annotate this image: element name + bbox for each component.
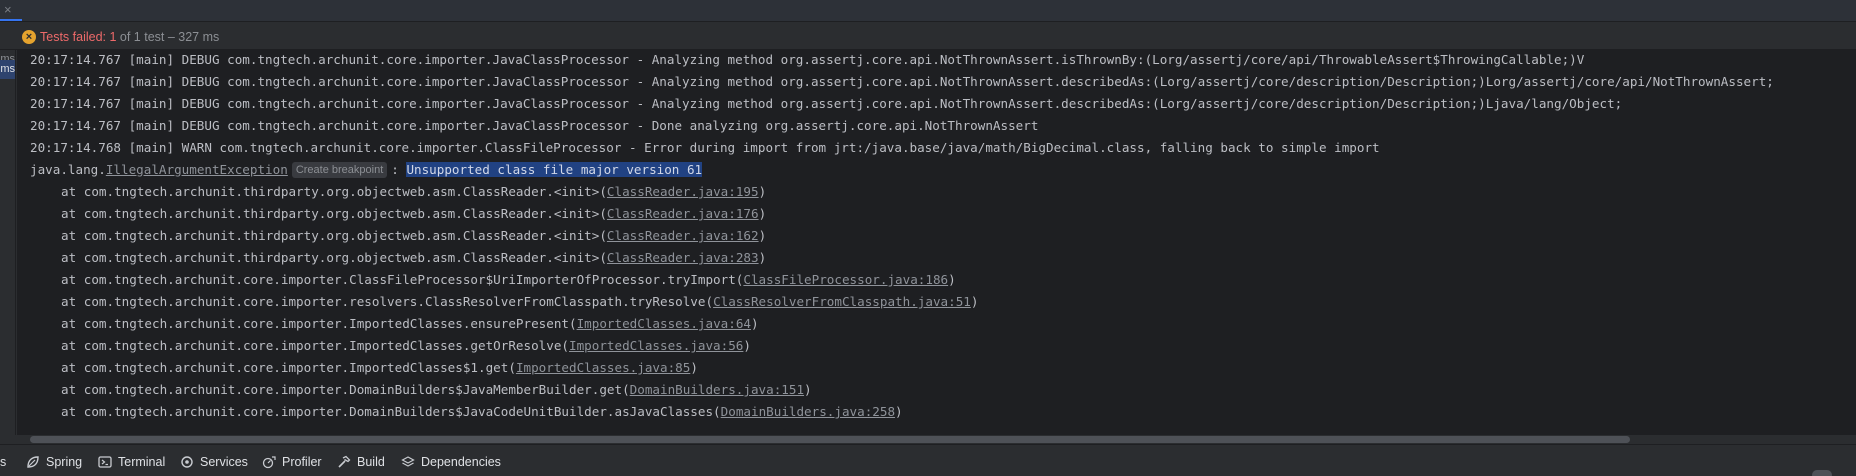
status-widget[interactable]	[1812, 470, 1832, 476]
log-line-warn: 20:17:14.768 [main] WARN com.tngtech.arc…	[30, 140, 1380, 155]
tool-dependencies[interactable]: Dependencies	[401, 454, 501, 470]
source-link[interactable]: ClassResolverFromClasspath.java:51	[713, 294, 971, 309]
test-result-summary: Tests failed: 1 of 1 test – 327 ms	[40, 30, 219, 44]
tool-spring[interactable]: Spring	[26, 454, 82, 470]
profiler-icon	[262, 455, 276, 469]
spring-leaf-icon	[26, 455, 40, 469]
tool-partial[interactable]: s	[0, 454, 6, 470]
tool-partial-label: s	[0, 455, 7, 469]
log-line: 20:17:14.767 [main] DEBUG com.tngtech.ar…	[30, 96, 1623, 111]
test-tree-gutter: ms ms	[0, 50, 16, 435]
source-link[interactable]: ImportedClasses.java:56	[569, 338, 743, 353]
source-link[interactable]: DomainBuilders.java:151	[630, 382, 804, 397]
tool-build[interactable]: Build	[337, 454, 385, 470]
source-link[interactable]: ClassReader.java:176	[607, 206, 759, 221]
source-link[interactable]: DomainBuilders.java:258	[721, 404, 895, 419]
hammer-icon	[337, 455, 351, 469]
tool-profiler-label: Profiler	[282, 455, 322, 469]
stack-frame: at com.tngtech.archunit.core.importer.Im…	[61, 316, 759, 331]
tool-spring-label: Spring	[46, 455, 83, 469]
tool-build-label: Build	[357, 455, 385, 469]
tool-terminal-label: Terminal	[118, 455, 166, 469]
log-line: 20:17:14.767 [main] DEBUG com.tngtech.ar…	[30, 52, 1585, 67]
console-output[interactable]: 20:17:14.767 [main] DEBUG com.tngtech.ar…	[17, 50, 1856, 435]
warning-circle-icon: ×	[22, 30, 36, 44]
stack-frame: at com.tngtech.archunit.thirdparty.org.o…	[61, 228, 767, 243]
tool-terminal[interactable]: Terminal	[98, 454, 165, 470]
create-breakpoint-hint[interactable]: Create breakpoint	[291, 162, 388, 178]
tests-failed-label: Tests failed: 1	[40, 30, 117, 44]
exception-message[interactable]: Unsupported class file major version 61	[406, 162, 703, 177]
log-line: 20:17:14.767 [main] DEBUG com.tngtech.ar…	[30, 74, 1774, 89]
exception-line: java.lang.IllegalArgumentException Create…	[30, 159, 1774, 181]
terminal-icon	[98, 455, 112, 469]
source-link[interactable]: ClassReader.java:195	[607, 184, 759, 199]
stack-frame: at com.tngtech.archunit.core.importer.Cl…	[61, 272, 956, 287]
source-link[interactable]: ImportedClasses.java:64	[577, 316, 751, 331]
exception-package: java.lang.	[30, 162, 106, 177]
source-link[interactable]: ImportedClasses.java:85	[516, 360, 690, 375]
stack-frame: at com.tngtech.archunit.thirdparty.org.o…	[61, 184, 767, 199]
exception-class-link[interactable]: IllegalArgumentException	[106, 162, 288, 177]
source-link[interactable]: ClassFileProcessor.java:186	[743, 272, 948, 287]
stack-frame: at com.tngtech.archunit.thirdparty.org.o…	[61, 250, 767, 265]
stack-frame: at com.tngtech.archunit.core.importer.Im…	[61, 360, 698, 375]
layers-icon	[401, 455, 415, 469]
test-status-bar: × Tests failed: 1 of 1 test – 327 ms	[0, 22, 1856, 50]
stack-frame: at com.tngtech.archunit.thirdparty.org.o…	[61, 206, 767, 221]
source-link[interactable]: ClassReader.java:162	[607, 228, 759, 243]
tool-profiler[interactable]: Profiler	[262, 454, 322, 470]
horizontal-scrollbar[interactable]	[30, 436, 1630, 443]
bottom-tool-window-bar: s Spring Terminal Services Profiler Buil…	[0, 444, 1856, 476]
services-gear-icon	[180, 455, 194, 469]
log-line: 20:17:14.767 [main] DEBUG com.tngtech.ar…	[30, 118, 1039, 133]
close-tab-icon[interactable]: ×	[4, 2, 12, 18]
tool-services[interactable]: Services	[180, 454, 248, 470]
tool-services-label: Services	[200, 455, 248, 469]
exception-separator: :	[391, 162, 407, 177]
source-link[interactable]: ClassReader.java:283	[607, 250, 759, 265]
tool-dependencies-label: Dependencies	[421, 455, 501, 469]
stack-frame: at com.tngtech.archunit.core.importer.Do…	[61, 382, 812, 397]
stack-frame: at com.tngtech.archunit.core.importer.Im…	[61, 338, 751, 353]
active-tab-indicator	[0, 19, 22, 21]
tool-window-tab-strip: ×	[0, 0, 1856, 22]
test-count-duration: of 1 test – 327 ms	[116, 30, 220, 44]
test-tree-row-selected[interactable]: ms	[0, 60, 15, 79]
stack-frame: at com.tngtech.archunit.core.importer.Do…	[61, 404, 903, 419]
stack-frame: at com.tngtech.archunit.core.importer.re…	[61, 294, 979, 309]
console-lines: 20:17:14.767 [main] DEBUG com.tngtech.ar…	[30, 50, 1774, 423]
